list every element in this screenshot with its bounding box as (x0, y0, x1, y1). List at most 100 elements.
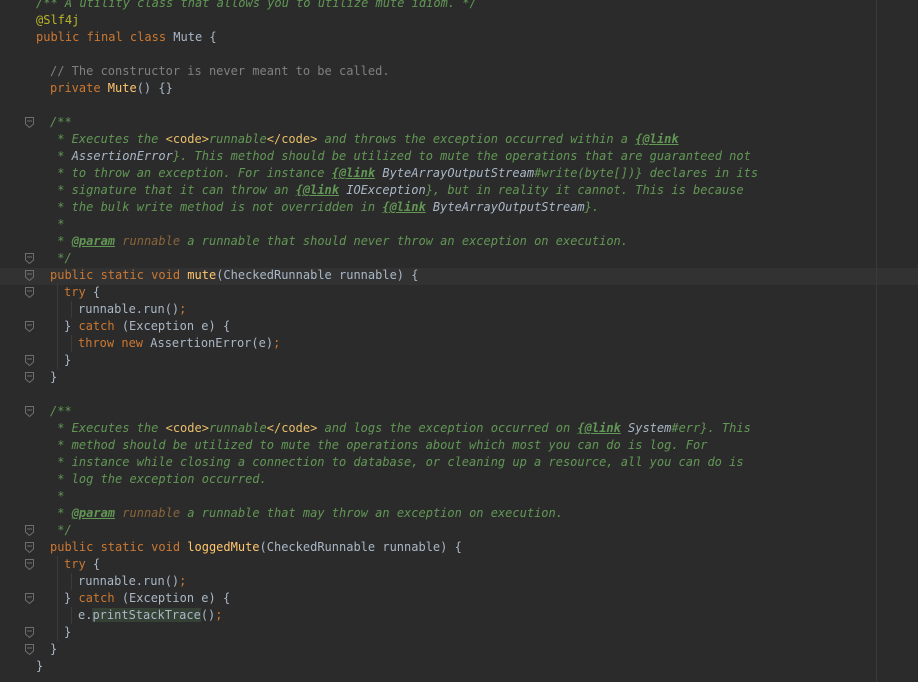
indent-guide (71, 335, 72, 352)
code-line[interactable]: throw new AssertionError(e); (0, 335, 918, 352)
code-line[interactable]: public static void mute(CheckedRunnable … (0, 267, 918, 284)
code-token: Mute (107, 81, 137, 95)
code-line[interactable]: runnable.run(); (0, 573, 918, 590)
code-line[interactable]: * AssertionError}. This method should be… (0, 148, 918, 165)
fold-marker-icon[interactable] (25, 525, 34, 536)
code-line[interactable]: * instance while closing a connection to… (0, 454, 918, 471)
code-line[interactable]: try { (0, 284, 918, 301)
code-text: /** A utility class that allows you to u… (36, 0, 477, 12)
code-line[interactable]: /** A utility class that allows you to u… (0, 0, 918, 12)
code-token: } (36, 659, 44, 673)
code-token: (Exception e) { (121, 319, 231, 333)
code-line[interactable]: public final class Mute { (0, 29, 918, 46)
code-token: #err}. This (671, 421, 751, 435)
code-line[interactable]: @Slf4j (0, 12, 918, 29)
code-line[interactable]: runnable.run(); (0, 301, 918, 318)
code-line[interactable] (0, 46, 918, 63)
fold-marker-icon[interactable] (25, 253, 34, 264)
code-token: } (64, 353, 72, 367)
code-line[interactable]: * @param runnable a runnable that should… (0, 233, 918, 250)
code-editor[interactable]: /** A utility class that allows you to u… (0, 0, 918, 682)
code-line[interactable]: /** (0, 403, 918, 420)
code-line[interactable]: e.printStackTrace(); (0, 607, 918, 624)
fold-marker-icon[interactable] (25, 270, 34, 281)
code-token: * (50, 489, 65, 503)
code-line[interactable]: private Mute() {} (0, 80, 918, 97)
code-line[interactable]: * to throw an exception. For instance {@… (0, 165, 918, 182)
code-text: } (50, 641, 57, 658)
code-token: ; (215, 608, 223, 622)
code-line[interactable]: } catch (Exception e) { (0, 590, 918, 607)
code-token: * Executes the (50, 132, 166, 146)
code-token: runnable (208, 132, 267, 146)
code-token: ; (179, 302, 187, 316)
code-line[interactable]: * the bulk write method is not overridde… (0, 199, 918, 216)
fold-marker-icon[interactable] (25, 593, 34, 604)
code-token: * log the exception occurred. (50, 472, 267, 486)
fold-marker-icon[interactable] (25, 372, 34, 383)
code-line[interactable]: * (0, 488, 918, 505)
code-token: throw new (78, 336, 151, 350)
code-line[interactable]: } (0, 624, 918, 641)
code-line[interactable]: * signature that it can throw an {@link … (0, 182, 918, 199)
code-token: {@link (382, 200, 426, 214)
code-line[interactable]: * @param runnable a runnable that may th… (0, 505, 918, 522)
code-line[interactable]: * (0, 216, 918, 233)
code-token: ; (273, 336, 281, 350)
fold-marker-icon[interactable] (25, 542, 34, 553)
code-token: AssertionError (71, 149, 173, 163)
code-line[interactable]: */ (0, 250, 918, 267)
code-line[interactable]: public static void loggedMute(CheckedRun… (0, 539, 918, 556)
code-text: * method should be utilized to mute the … (50, 437, 707, 454)
code-line[interactable]: */ (0, 522, 918, 539)
fold-marker-icon[interactable] (25, 117, 34, 128)
indent-guide (71, 607, 72, 624)
fold-marker-icon[interactable] (25, 355, 34, 366)
code-token: runnable (208, 421, 267, 435)
code-line[interactable] (0, 97, 918, 114)
code-token: runnable (115, 506, 181, 520)
code-text: @Slf4j (36, 12, 79, 29)
code-token: runnable.run() (78, 302, 180, 316)
code-line[interactable]: } catch (Exception e) { (0, 318, 918, 335)
code-text: * to throw an exception. For instance {@… (50, 165, 758, 182)
code-token: public static void (50, 540, 188, 554)
code-token: { (92, 285, 101, 299)
code-line[interactable]: * method should be utilized to mute the … (0, 437, 918, 454)
code-token: a runnable that should never throw an ex… (180, 234, 629, 248)
fold-marker-icon[interactable] (25, 559, 34, 570)
code-token: loggedMute (187, 540, 260, 554)
fold-marker-icon[interactable] (25, 406, 34, 417)
code-line[interactable]: * Executes the <code>runnable</code> and… (0, 131, 918, 148)
code-token: */ (50, 251, 72, 265)
code-line[interactable]: } (0, 641, 918, 658)
code-line[interactable]: } (0, 658, 918, 675)
code-token: (CheckedRunnable runnable) { (259, 540, 462, 554)
code-token: * (50, 234, 72, 248)
code-token: * (50, 149, 72, 163)
fold-marker-icon[interactable] (25, 321, 34, 332)
code-text: } catch (Exception e) { (64, 318, 230, 335)
code-text: * the bulk write method is not overridde… (50, 199, 599, 216)
code-line[interactable]: } (0, 369, 918, 386)
code-line[interactable]: // The constructor is never meant to be … (0, 63, 918, 80)
code-text: try { (64, 556, 100, 573)
code-line[interactable]: * Executes the <code>runnable</code> and… (0, 420, 918, 437)
fold-marker-icon[interactable] (25, 627, 34, 638)
code-token: <code> (165, 132, 209, 146)
code-token: IOException (339, 183, 426, 197)
code-text: public static void loggedMute(CheckedRun… (50, 539, 462, 556)
fold-marker-icon[interactable] (25, 644, 34, 655)
indent-guide (71, 573, 72, 590)
code-text: // The constructor is never meant to be … (50, 63, 390, 80)
code-text: } (64, 624, 71, 641)
code-line[interactable]: /** (0, 114, 918, 131)
code-line[interactable]: * log the exception occurred. (0, 471, 918, 488)
fold-marker-icon[interactable] (25, 287, 34, 298)
indent-guide (71, 301, 72, 318)
code-line[interactable]: } (0, 352, 918, 369)
code-text: } (36, 658, 43, 675)
code-line[interactable]: try { (0, 556, 918, 573)
code-line[interactable] (0, 386, 918, 403)
code-text: * (50, 488, 64, 505)
